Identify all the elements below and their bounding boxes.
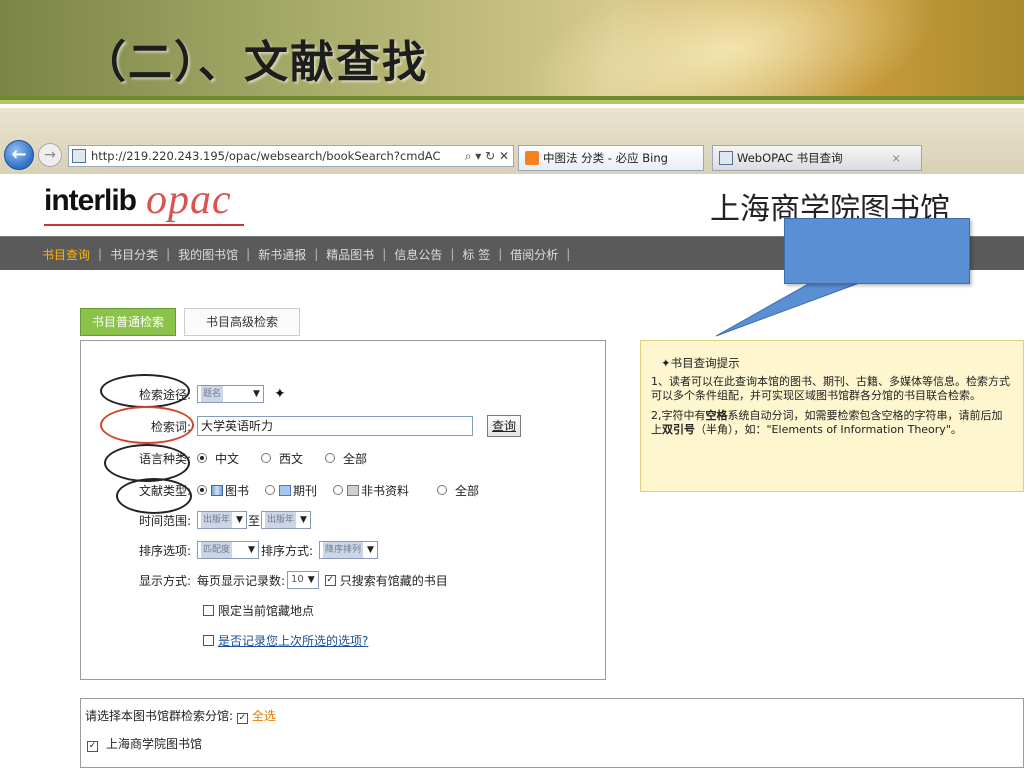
display-label: 显示方式: [138, 573, 191, 588]
chevron-down-icon: ▼ [236, 515, 243, 525]
select-all-label[interactable]: 全选 [252, 709, 276, 723]
branch-select-panel: 请选择本图书馆群检索分馆: ✓ 全选 ✓ 上海商学院图书馆 [80, 698, 1024, 768]
radio-label: 西文 [279, 451, 304, 466]
pin-icon: ✦ [661, 356, 671, 370]
radio-doctype-book[interactable]: 图书 [197, 482, 249, 499]
radio-label: 期刊 [293, 483, 318, 498]
slide-title: （二）、文献查找 [82, 37, 428, 88]
browser-screenshot: ← → http://219.220.243.195/opac/websearc… [0, 108, 1024, 768]
sort-label: 排序选项: [138, 543, 191, 558]
chevron-down-icon: ▼ [299, 515, 307, 525]
header-stripe-light [0, 100, 1024, 104]
journal-icon [279, 484, 292, 496]
sort-mode-label: 排序方式: [260, 543, 313, 558]
book-icon [211, 484, 223, 496]
per-page-select[interactable]: 10 ▼ [287, 571, 319, 589]
tab-basic-search[interactable]: 书目普通检索 [80, 308, 176, 336]
only-held-checkbox[interactable]: ✓ [324, 574, 336, 586]
time-to-value: 出版年 [264, 512, 296, 528]
time-from-value: 出版年 [201, 512, 233, 528]
remember-row: 是否记录您上次所选的选项? [203, 629, 368, 651]
time-row: 时间范围: 出版年 ▼ 至 出版年 ▼ [81, 509, 311, 531]
hint-paragraph-2: 2,字符中有空格系统自动分词，如需要检索包含空格的字符串，请前后加上双引号（半角… [651, 409, 1003, 436]
radio-lang-chinese[interactable]: 中文 [197, 450, 239, 467]
radio-doctype-nonbook[interactable]: 非书资料 [333, 482, 409, 499]
route-select[interactable]: 题名 ▼ [197, 385, 264, 403]
branch-checkbox[interactable]: ✓ [87, 741, 98, 752]
limit-location-label: 限定当前馆藏地点 [218, 603, 315, 618]
media-icon [347, 484, 360, 496]
pin-icon[interactable]: ✦ [274, 386, 286, 402]
limit-location-row: 限定当前馆藏地点 [203, 599, 314, 621]
radio-label: 中文 [215, 451, 240, 466]
radio-label: 全部 [343, 451, 368, 466]
sort-select[interactable]: 匹配度 ▼ [197, 541, 259, 559]
limit-location-checkbox[interactable] [203, 604, 214, 616]
sort-row: 排序选项: 匹配度 ▼ 排序方式: 降序排列 ▼ [81, 539, 378, 561]
chevron-down-icon: ▼ [367, 545, 374, 555]
radio-label: 非书资料 [361, 483, 410, 498]
branch-select-row: 请选择本图书馆群检索分馆: ✓ 全选 [85, 707, 276, 724]
display-row: 显示方式: 每页显示记录数: 10 ▼ ✓ 只搜索有馆藏的书目 [81, 569, 448, 591]
hint-title: ✦书目查询提示 [661, 356, 740, 370]
header-light-streak [505, 0, 955, 104]
annotation-oval-language [104, 444, 190, 482]
remember-label[interactable]: 是否记录您上次所选的选项? [218, 632, 368, 649]
branch-row: ✓ 上海商学院图书馆 [87, 735, 202, 752]
sort-mode-select[interactable]: 降序排列 ▼ [318, 541, 378, 559]
keyword-input[interactable]: 大学英语听力 [197, 416, 473, 436]
chevron-down-icon: ▼ [253, 389, 260, 399]
time-from-select[interactable]: 出版年 ▼ [197, 511, 247, 529]
per-page-label: 每页显示记录数: [197, 573, 286, 588]
radio-label: 全部 [455, 483, 480, 498]
time-to-select[interactable]: 出版年 ▼ [260, 511, 311, 529]
callout-box [784, 218, 970, 284]
chevron-down-icon: ▼ [248, 545, 255, 555]
per-page-value: 10 [291, 574, 304, 585]
tab-advanced-search[interactable]: 书目高级检索 [184, 308, 300, 336]
hint-paragraph-1: 1、读者可以在此查询本馆的图书、期刊、古籍、多媒体等信息。检索方式可以多个条件组… [651, 375, 1010, 402]
search-hint-box: ✦书目查询提示 1、读者可以在此查询本馆的图书、期刊、古籍、多媒体等信息。检索方… [640, 340, 1024, 492]
remember-checkbox[interactable] [203, 634, 214, 646]
slide-header: （二）、文献查找 [0, 0, 1024, 104]
annotation-oval-doctype [116, 478, 192, 514]
select-all-checkbox[interactable]: ✓ [236, 713, 248, 724]
time-to-word: 至 [247, 513, 260, 528]
time-label: 时间范围: [138, 513, 191, 528]
sort-value: 匹配度 [201, 542, 233, 558]
radio-doctype-journal[interactable]: 期刊 [265, 482, 317, 499]
radio-doctype-all[interactable]: 全部 [437, 482, 479, 499]
branch-select-label: 请选择本图书馆群检索分馆: [85, 709, 234, 723]
route-value: 题名 [201, 386, 224, 402]
only-held-label: 只搜索有馆藏的书目 [339, 573, 448, 588]
annotation-oval-keyword [100, 406, 194, 444]
radio-lang-western[interactable]: 西文 [261, 450, 303, 467]
branch-label: 上海商学院图书馆 [106, 737, 203, 751]
search-button[interactable]: 查询 [487, 415, 522, 437]
sort-mode-value: 降序排列 [322, 542, 363, 558]
radio-lang-all[interactable]: 全部 [325, 450, 367, 467]
annotation-oval-route [100, 374, 190, 408]
chevron-down-icon: ▼ [307, 575, 315, 585]
radio-label: 图书 [225, 483, 250, 498]
